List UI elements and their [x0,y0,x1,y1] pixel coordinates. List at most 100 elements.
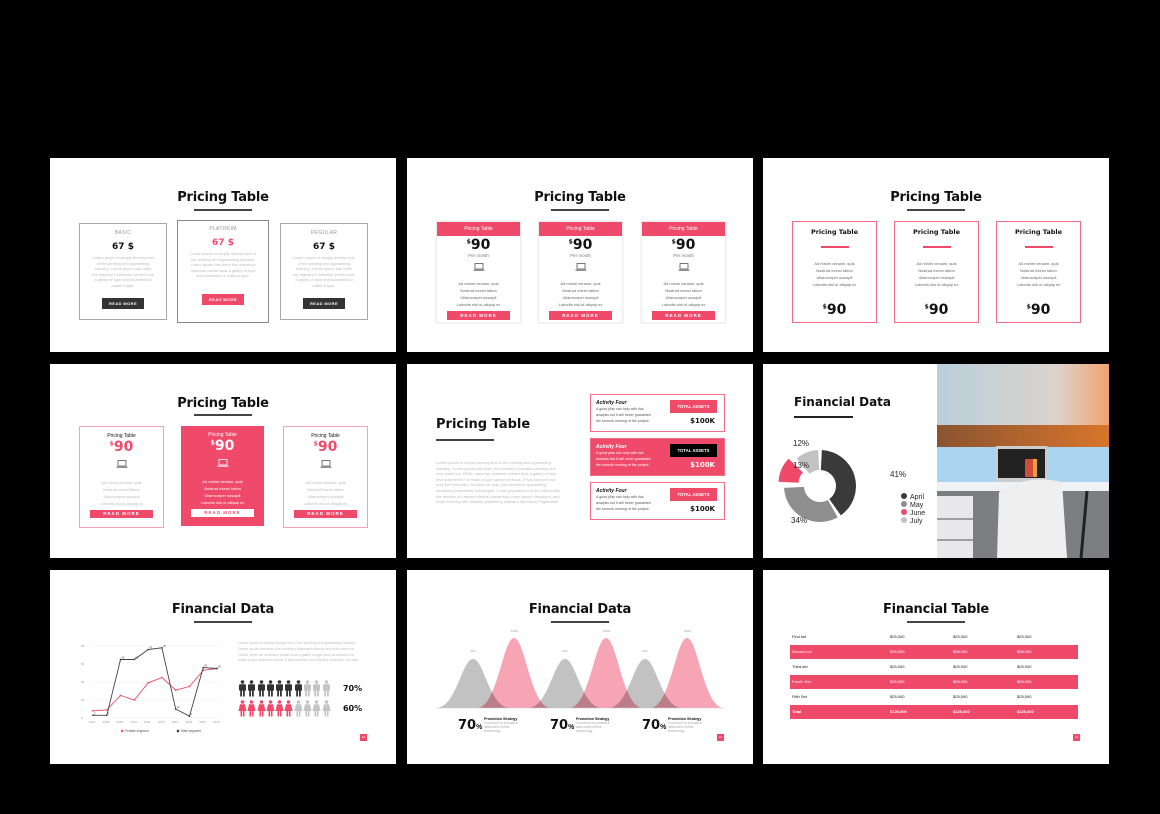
stat-value: 70 [458,718,477,733]
feature-list: Ad minim veniam, quis Nostrud exerci tat… [997,260,1080,288]
plan-price: $90 [437,237,520,253]
table-row: First set $25,000 $25,000 $25,000 [790,630,1078,644]
table-cell: $25,000 [1017,694,1032,699]
asset-value: $100K [690,417,715,425]
slide-title: Financial Table [882,602,990,617]
slide-title: Pricing Table [534,190,626,205]
slide-pricing-header-cards[interactable]: Pricing Table Pricing Table $90 Per mont… [407,158,753,352]
plan-price: $90 [895,302,978,318]
read-more-button[interactable]: READ MORE [549,311,612,320]
read-more-button[interactable]: READ MORE [302,298,346,309]
table-cell: $25,000 [953,694,968,699]
pricing-card: Pricing Table Ad minim veniam, quis Nost… [792,221,877,323]
plan-description: Lorem ipsum is simply dummy text of the … [92,255,154,288]
slide-pricing-outline-cards[interactable]: Pricing Table Pricing Table Ad minim ven… [763,158,1109,352]
read-more-button[interactable]: READ MORE [652,311,715,320]
stat-unit: % [660,724,667,731]
table-cell: $125,000 [890,709,907,714]
laptop-icon [575,263,586,271]
pricing-card-basic: BASIC 67 $ Lorem ipsum is simply dummy t… [79,223,167,320]
data-point [174,689,177,691]
x-tick-label: 2014 [185,720,192,724]
title-underline [551,209,609,211]
slide-pricing-basic[interactable]: Pricing Table BASIC 67 $ Lorem ipsum is … [50,158,396,352]
read-more-button[interactable]: READ MORE [101,298,145,309]
stat-value: 70 [642,718,661,733]
feature-item: Nostrud exerci tation [918,268,955,273]
slide-financial-area[interactable]: Financial Data 70% 100% 70% 100% 70% 100% 70%… [407,570,753,764]
pricing-card: Pricing Table Ad minim veniam, quis Nost… [894,221,979,323]
feature-item: Ad minim veniam, quis [663,281,704,286]
plan-price: $90 [80,439,163,455]
card-header: Pricing Table [642,222,725,236]
feature-item: Lobortis nisl ut aliquip ex [661,302,706,307]
feature-item: Ad minim veniam, quis [1018,261,1059,266]
read-more-button[interactable]: READ MORE [191,509,254,517]
data-point [188,685,191,688]
asset-value: $100K [690,461,715,469]
feature-list: Ad minim veniam, quis Nostrud exerci tat… [80,479,163,507]
female-person-icon [284,699,293,716]
table-cell: $25,000 [953,634,968,639]
x-tick-label: 2012 [158,720,165,724]
male-person-icon [276,679,284,696]
slide-pricing-highlight[interactable]: Pricing Table Pricing Table $90 Ad minim… [50,364,396,558]
legend-label: July [910,518,923,525]
feature-item: Ullamcorper suscipit [918,275,955,280]
donut-data-label: 13% [793,461,809,470]
plan-price: 67 $ [313,242,335,252]
table-cell: $25,000 [1017,679,1032,684]
legend-swatch [176,729,180,733]
stat-caption: Promotion Strategy Conserve by proactive… [484,717,520,733]
legend-label: Female segment [125,729,149,733]
y-tick-label: 80 [81,644,85,648]
total-assets-badge[interactable]: TOTAL ASSETS [670,444,717,457]
feature-list: Ad minim veniam, quis Nostrud exerci tat… [793,260,876,288]
read-more-button[interactable]: READ MORE [294,510,357,518]
pricing-card-regular: REGULAR 67 $ Lorem ipsum is simply dummy… [280,223,368,320]
title-underline [436,439,494,441]
slide-financial-donut[interactable]: Financial Data 41% 34% 13% 12% April May June J… [763,364,1109,558]
female-person-icon [312,699,321,716]
plan-price: $90 [539,237,622,253]
peak-label: 70% [470,649,476,653]
stat-description: Conserve by proactive data client metric… [576,721,610,733]
legend-swatch [120,729,124,733]
laptop-icon [473,263,484,271]
body-text: Lorem ipsum is simply dummy text of the … [238,641,359,663]
slide-pricing-activities[interactable]: Pricing Table Lorem ipsum is simply dumm… [407,364,753,558]
male-person-icon [266,679,274,696]
y-tick-label: 0 [81,716,83,720]
x-tick-label: 2007 [89,720,96,724]
price-value: 90 [1030,302,1051,318]
price-value: 90 [317,439,338,455]
total-assets-badge[interactable]: TOTAL ASSETS [670,488,717,501]
data-label: 10 [177,705,180,709]
feature-item: Ullamcorper suscipit [307,494,344,499]
header-accent-bar [820,246,849,248]
feature-list: Ad minim veniam, quis Nostrud exerci tat… [895,260,978,288]
feature-list: Ad minim veniam, quis Nostrud exerci tat… [642,280,725,308]
slide-financial-table[interactable]: Financial Table First set $25,000 $25,00… [763,570,1109,764]
slide-financial-line[interactable]: Financial Data 0 20 40 60 80 2007 2008 2009 2010… [50,570,396,764]
billing-period: Per month [468,253,489,258]
laptop-icon [116,460,127,468]
feature-item: Lobortis nisl ut aliquip ex [914,282,959,287]
feature-item: Lobortis nisl ut aliquip ex [99,501,144,506]
feature-item: Ad minim veniam, quis [814,261,855,266]
feature-item: Lobortis nisl ut aliquip ex [303,501,348,506]
table-cell: $25,000 [890,694,905,699]
table-cell: $25,000 [953,664,968,669]
read-more-button[interactable]: READ MORE [90,510,153,518]
male-person-icon [239,679,246,696]
read-more-button[interactable]: READ MORE [201,294,245,305]
legend-label: May [910,502,924,509]
read-more-button[interactable]: READ MORE [447,311,510,320]
table-row: Second set $25,000 $25,000 $25,000 [790,645,1078,659]
total-assets-badge[interactable]: TOTAL ASSETS [670,400,717,413]
x-tick-label: 2016 [213,720,220,724]
male-person-icon [285,679,293,696]
plan-description: Lorem ipsum is simply dummy text of the … [190,251,256,279]
series-line-female-segment [92,668,218,712]
stat-block: 70% [642,716,666,734]
